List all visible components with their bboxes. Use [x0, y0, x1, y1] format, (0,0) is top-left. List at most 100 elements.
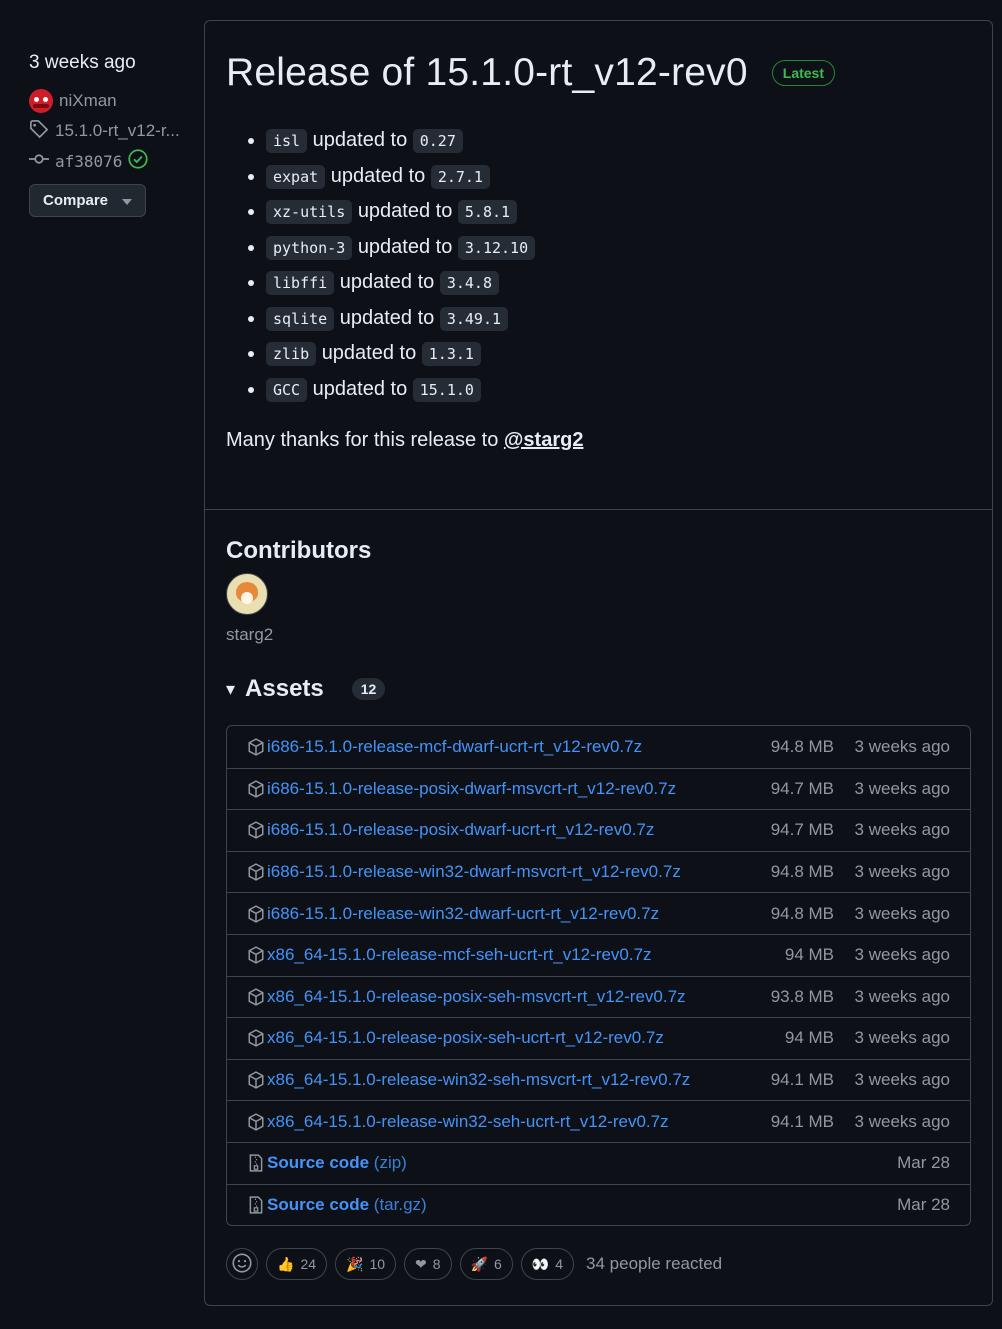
commit-link[interactable]: af38076	[29, 146, 199, 176]
package-icon	[247, 1029, 267, 1048]
asset-link[interactable]: i686-15.1.0-release-win32-dwarf-msvcrt-r…	[267, 862, 744, 882]
commit-sha: af38076	[55, 151, 123, 171]
compare-label: Compare	[42, 192, 109, 209]
thanks-text: Many thanks for this release to	[226, 429, 504, 451]
asset-row: x86_64-15.1.0-release-posix-seh-msvcrt-r…	[227, 975, 970, 1018]
change-text: updated to	[357, 200, 453, 222]
add-reaction-button[interactable]	[226, 1248, 258, 1281]
reaction-count: 8	[432, 1256, 441, 1273]
change-text: updated to	[339, 271, 435, 293]
reaction-button[interactable]: 👍 24	[266, 1248, 328, 1281]
thanks-user-link[interactable]: @starg2	[504, 429, 584, 451]
contributors-heading: Contributors	[226, 537, 372, 564]
source-code-label: Source code	[267, 1194, 370, 1214]
asset-link[interactable]: x86_64-15.1.0-release-win32-seh-msvcrt-r…	[267, 1070, 744, 1090]
author-link[interactable]: niXman	[29, 86, 199, 116]
assets-toggle[interactable]: ▾ Assets 12	[226, 675, 971, 703]
asset-row: x86_64-15.1.0-release-mcf-seh-ucrt-rt_v1…	[227, 933, 970, 976]
latest-badge: Latest	[771, 60, 835, 86]
asset-size: 94.1 MB	[770, 1111, 834, 1131]
reaction-summary: 34 people reacted	[586, 1254, 723, 1274]
change-text: updated to	[312, 129, 408, 151]
reaction-button[interactable]: ❤ 8	[404, 1248, 452, 1281]
asset-link[interactable]: i686-15.1.0-release-win32-dwarf-ucrt-rt_…	[267, 904, 744, 924]
asset-link[interactable]: x86_64-15.1.0-release-mcf-seh-ucrt-rt_v1…	[267, 945, 744, 965]
package-name: sqlite	[266, 306, 335, 331]
reaction-count: 24	[300, 1256, 317, 1273]
source-code-link[interactable]: Source code (tar.gz)	[267, 1195, 744, 1215]
package-icon	[247, 780, 267, 798]
release-title[interactable]: Release of 15.1.0-rt_v12-rev0	[226, 51, 748, 95]
asset-row: i686-15.1.0-release-win32-dwarf-ucrt-rt_…	[227, 892, 970, 934]
package-icon	[247, 863, 267, 881]
asset-size: 94.8 MB	[770, 736, 834, 756]
asset-row: Source code (tar.gz) Mar 28	[227, 1183, 970, 1226]
asset-link[interactable]: i686-15.1.0-release-mcf-dwarf-ucrt-rt_v1…	[267, 737, 744, 757]
contributor-name[interactable]: starg2	[226, 625, 971, 645]
asset-size: 94.1 MB	[770, 1070, 834, 1090]
tag-link[interactable]: 15.1.0-rt_v12-r...	[29, 116, 199, 146]
change-item: zlib updated to 1.3.1	[266, 336, 971, 372]
change-item: xz-utils updated to 5.8.1	[266, 194, 971, 230]
package-name: expat	[266, 164, 326, 189]
asset-row: i686-15.1.0-release-mcf-dwarf-ucrt-rt_v1…	[227, 726, 970, 768]
asset-row: x86_64-15.1.0-release-posix-seh-ucrt-rt_…	[227, 1017, 970, 1059]
chevron-down-icon	[122, 192, 133, 209]
asset-date: 3 weeks ago	[854, 862, 950, 882]
asset-row: x86_64-15.1.0-release-win32-seh-msvcrt-r…	[227, 1058, 970, 1101]
reaction-count: 4	[555, 1256, 564, 1273]
version-value: 1.3.1	[421, 342, 481, 366]
tag-name: 15.1.0-rt_v12-r...	[55, 121, 180, 140]
changes-list: isl updated to 0.27expat updated to 2.7.…	[226, 123, 971, 407]
asset-size: 94.7 MB	[770, 820, 834, 840]
asset-link[interactable]: x86_64-15.1.0-release-posix-seh-msvcrt-r…	[267, 987, 744, 1007]
release-sidebar: 3 weeks ago niXman 15.1.0-rt_v12-r... af…	[29, 52, 199, 217]
change-item: GCC updated to 15.1.0	[266, 372, 971, 408]
asset-date: 3 weeks ago	[854, 778, 950, 798]
version-value: 3.4.8	[439, 271, 499, 295]
tag-icon	[29, 119, 49, 144]
asset-date: 3 weeks ago	[854, 945, 950, 965]
asset-link[interactable]: i686-15.1.0-release-posix-dwarf-msvcrt-r…	[267, 779, 744, 799]
version-value: 2.7.1	[430, 164, 490, 189]
asset-row: x86_64-15.1.0-release-win32-seh-ucrt-rt_…	[227, 1100, 970, 1142]
package-icon	[247, 821, 267, 840]
asset-row: i686-15.1.0-release-win32-dwarf-msvcrt-r…	[227, 850, 970, 893]
package-icon	[247, 904, 267, 923]
change-text: updated to	[312, 377, 408, 400]
compare-button[interactable]: Compare	[29, 184, 146, 217]
asset-date: 3 weeks ago	[854, 903, 950, 923]
change-item: libffi updated to 3.4.8	[266, 265, 971, 301]
thumbs-up-icon: 👍	[277, 1255, 295, 1272]
package-name: zlib	[266, 342, 317, 366]
version-value: 3.49.1	[439, 306, 509, 331]
asset-row: Source code (zip) Mar 28	[227, 1141, 970, 1184]
package-name: python-3	[266, 235, 353, 260]
reaction-button[interactable]: 👀 4	[520, 1248, 575, 1281]
avatar[interactable]	[226, 573, 268, 615]
source-code-link[interactable]: Source code (zip)	[267, 1153, 744, 1173]
change-text: updated to	[330, 164, 426, 187]
asset-link[interactable]: x86_64-15.1.0-release-posix-seh-ucrt-rt_…	[267, 1028, 744, 1048]
reactions-bar: 👍 24 🎉 10 ❤ 8 🚀 6 👀 4 34 people reacted	[226, 1248, 971, 1281]
asset-size: 94 MB	[784, 945, 834, 965]
change-item: expat updated to 2.7.1	[266, 159, 971, 195]
reaction-button[interactable]: 🚀 6	[459, 1248, 513, 1281]
asset-row: i686-15.1.0-release-posix-dwarf-ucrt-rt_…	[227, 809, 970, 851]
rocket-icon: 🚀	[470, 1255, 488, 1272]
reaction-button[interactable]: 🎉 10	[335, 1248, 397, 1281]
asset-link[interactable]: x86_64-15.1.0-release-win32-seh-ucrt-rt_…	[267, 1112, 744, 1132]
package-icon	[247, 1071, 267, 1089]
change-text: updated to	[321, 342, 417, 364]
asset-link[interactable]: i686-15.1.0-release-posix-dwarf-ucrt-rt_…	[267, 820, 744, 840]
party-popper-icon: 🎉	[346, 1255, 364, 1272]
eyes-icon: 👀	[531, 1255, 550, 1272]
source-code-format: (tar.gz)	[373, 1194, 427, 1214]
asset-date: Mar 28	[897, 1194, 950, 1214]
heart-icon: ❤	[415, 1255, 427, 1272]
package-icon	[247, 738, 267, 756]
change-text: updated to	[357, 235, 453, 258]
triangle-down-icon: ▾	[226, 678, 236, 699]
package-name: libffi	[266, 271, 335, 295]
avatar	[29, 89, 53, 113]
